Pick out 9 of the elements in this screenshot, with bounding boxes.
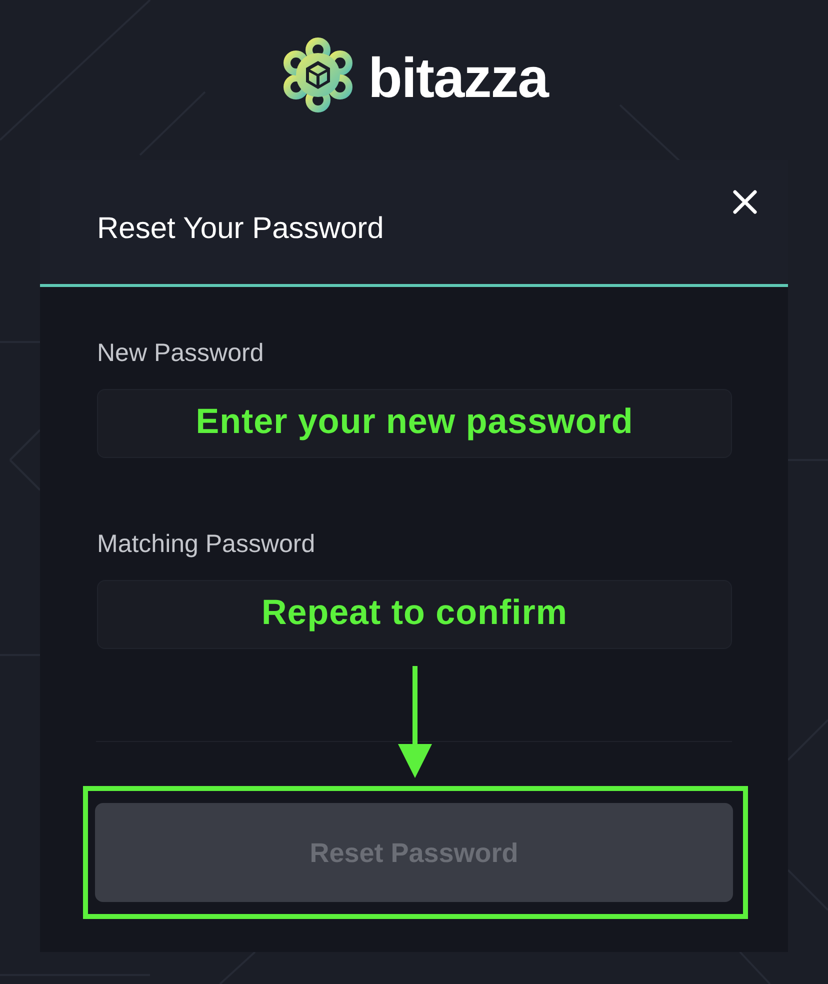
annotation-text: Repeat to confirm bbox=[261, 595, 568, 630]
field-label: New Password bbox=[97, 338, 265, 370]
password-field[interactable]: Repeat to confirm bbox=[97, 580, 732, 650]
annotation-text: Enter your new password bbox=[196, 404, 634, 440]
dialog-title: Reset Your Password bbox=[97, 211, 384, 247]
password-field[interactable]: Enter your new password bbox=[97, 389, 732, 458]
field-label: Matching Password bbox=[97, 529, 316, 560]
close-icon[interactable] bbox=[732, 189, 758, 215]
logo-text: bitazza bbox=[368, 50, 548, 106]
